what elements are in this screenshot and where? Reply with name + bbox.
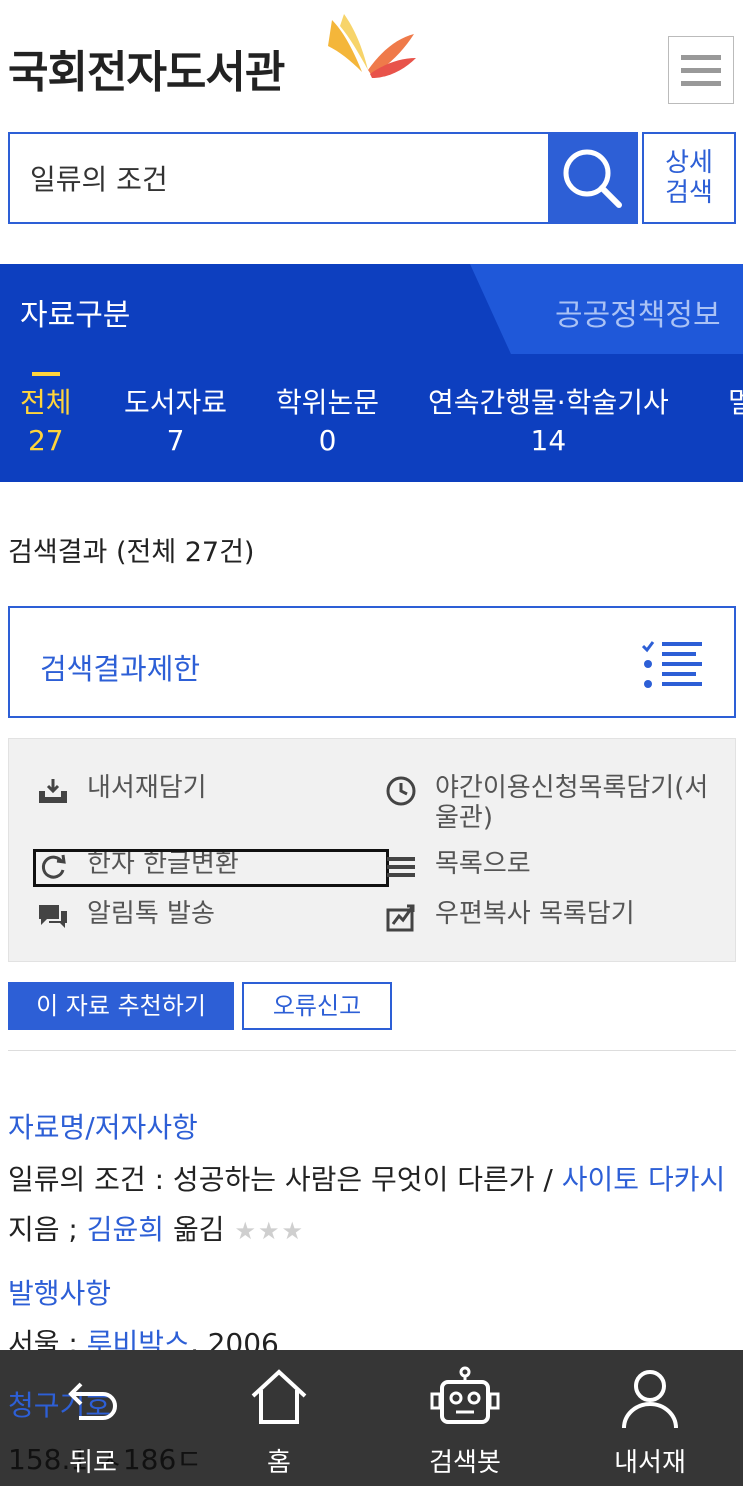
back-arrow-icon [68, 1382, 117, 1420]
robot-icon [430, 1366, 500, 1424]
tab-more[interactable]: 멀 [728, 384, 743, 422]
night-request-action[interactable]: 야간이용신청목록담기(서울관) [383, 773, 723, 833]
tab-books[interactable]: 도서자료 7 [124, 384, 227, 460]
author-link[interactable]: 사이토 다카시 [562, 1163, 725, 1196]
title-author-label: 자료명/저자사항 [8, 1111, 198, 1144]
tray-download-icon [35, 773, 71, 809]
report-error-button[interactable]: 오류신고 [242, 982, 392, 1030]
result-limit-toggle[interactable]: 검색결과제한 [8, 606, 736, 718]
clock-icon [383, 773, 419, 809]
title-author-line: 일류의 조건 : 성공하는 사람은 무엇이 다른가 / 사이토 다카시 [8, 1163, 726, 1196]
selection-highlight [33, 849, 389, 887]
nav-searchbot[interactable]: 검색봇 [372, 1350, 558, 1486]
menu-button[interactable] [668, 36, 734, 104]
nav-my-library[interactable]: 내서재 [557, 1350, 743, 1486]
tab-theses[interactable]: 학위논문 0 [276, 384, 379, 460]
site-logo-text[interactable]: 국회전자도서관 [8, 36, 285, 100]
recommend-button[interactable]: 이 자료 추천하기 [8, 982, 234, 1030]
translator-line: 지음 ; 김윤희 옮김 ★★★ [8, 1213, 306, 1246]
mail-copy-action[interactable]: 우편복사 목록담기 [383, 899, 635, 935]
nav-back[interactable]: 뒤로 [0, 1350, 186, 1486]
publication-label: 발행사항 [8, 1277, 112, 1310]
result-summary: 검색결과 (전체 27건) [8, 537, 255, 568]
filter-list-icon [642, 641, 702, 688]
search-icon [563, 149, 622, 208]
category-title[interactable]: 자료구분 [20, 290, 130, 334]
search-bar [8, 132, 638, 224]
category-band: 자료구분 공공정책정보 전체 27 도서자료 7 학위논문 0 연속간행물·학술… [0, 264, 743, 482]
bottom-nav: 청구기호 158.1 ㅅ186ㄷ 뒤로 홈 검색봇 내서재 [0, 1350, 743, 1486]
nav-home[interactable]: 홈 [186, 1350, 372, 1486]
tab-all[interactable]: 전체 27 [20, 372, 72, 460]
user-icon [622, 1370, 678, 1429]
mail-copy-icon [383, 899, 419, 935]
search-input[interactable] [30, 134, 530, 222]
active-tab-indicator [31, 372, 60, 376]
record-action-panel: 내서재담기 야간이용신청목록담기(서울관) 한자 한글변환 목록으로 알림톡 발… [8, 738, 736, 962]
result-limit-label: 검색결과제한 [40, 652, 201, 686]
rating-stars-icon[interactable]: ★★★ [234, 1217, 305, 1245]
back-to-list-action[interactable]: 목록으로 [383, 849, 531, 885]
add-to-my-library-action[interactable]: 내서재담기 [35, 773, 207, 809]
policy-tab-label[interactable]: 공공정책정보 [555, 290, 721, 334]
list-icon [383, 849, 419, 885]
divider [8, 1050, 736, 1051]
book-logo-icon [328, 14, 416, 78]
advanced-search-button[interactable]: 상세 검색 [642, 132, 736, 224]
send-alimtalk-action[interactable]: 알림톡 발송 [35, 899, 215, 935]
search-button[interactable] [548, 134, 636, 222]
site-header: 국회전자도서관 [0, 0, 743, 120]
hamburger-icon [681, 54, 721, 60]
tab-periodicals[interactable]: 연속간행물·학술기사 14 [428, 384, 669, 460]
home-icon [251, 1369, 307, 1424]
translator-link[interactable]: 김윤희 [87, 1213, 164, 1246]
chat-bubble-icon [35, 899, 71, 935]
